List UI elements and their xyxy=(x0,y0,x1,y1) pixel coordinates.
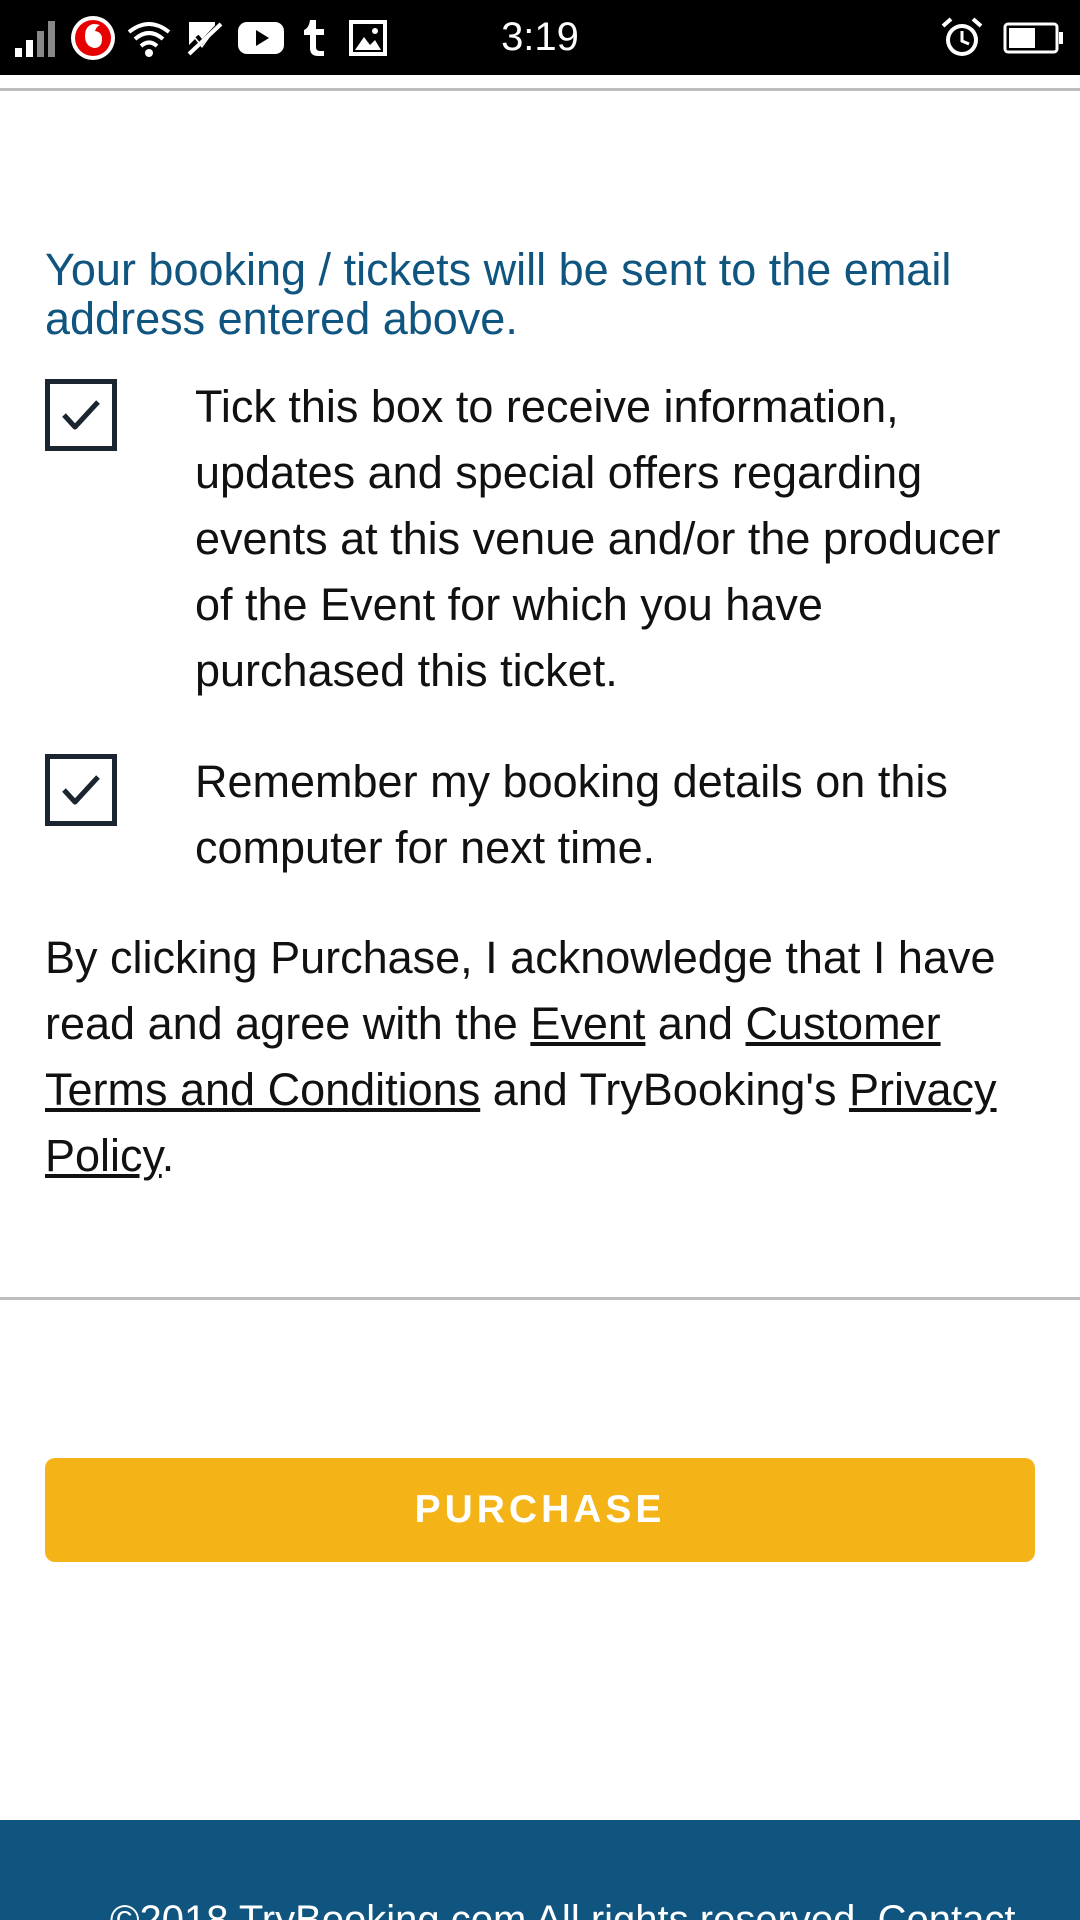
wifi-icon xyxy=(124,0,174,75)
image-icon xyxy=(346,0,390,75)
screen: 3:19 Your booking / tickets will be sent… xyxy=(0,0,1080,1920)
terms-middle-1: and xyxy=(645,998,746,1049)
marketing-optin-checkbox[interactable] xyxy=(45,379,117,451)
checkmark-icon xyxy=(62,775,100,805)
marketing-optin-label[interactable]: Tick this box to receive information, up… xyxy=(195,374,1035,704)
status-bar: 3:19 xyxy=(0,0,1080,75)
purchase-button[interactable]: PURCHASE xyxy=(45,1458,1035,1562)
tumblr-icon xyxy=(296,0,332,75)
alarm-icon xyxy=(938,0,986,75)
battery-icon xyxy=(1002,0,1066,75)
remember-details-checkbox[interactable] xyxy=(45,754,117,826)
signal-icon xyxy=(12,0,60,75)
vodafone-icon xyxy=(68,0,118,75)
email-delivery-note: Your booking / tickets will be sent to t… xyxy=(45,244,952,344)
terms-acknowledgement: By clicking Purchase, I acknowledge that… xyxy=(45,925,1035,1189)
checkmark-icon xyxy=(62,400,100,430)
remember-details-label[interactable]: Remember my booking details on this comp… xyxy=(195,749,1035,881)
terms-suffix: . xyxy=(161,1130,175,1181)
event-terms-link[interactable]: Event xyxy=(530,998,645,1049)
section-divider xyxy=(0,1297,1080,1300)
top-divider xyxy=(0,88,1080,91)
footer-copyright: ©2018 TryBooking.com All rights reserved… xyxy=(110,1898,1016,1920)
terms-middle-2: and TryBooking's xyxy=(480,1064,850,1115)
check-app-icon xyxy=(182,0,228,75)
clock-time: 3:19 xyxy=(501,15,579,59)
footer: ©2018 TryBooking.com All rights reserved… xyxy=(0,1820,1080,1920)
youtube-icon xyxy=(236,0,286,75)
